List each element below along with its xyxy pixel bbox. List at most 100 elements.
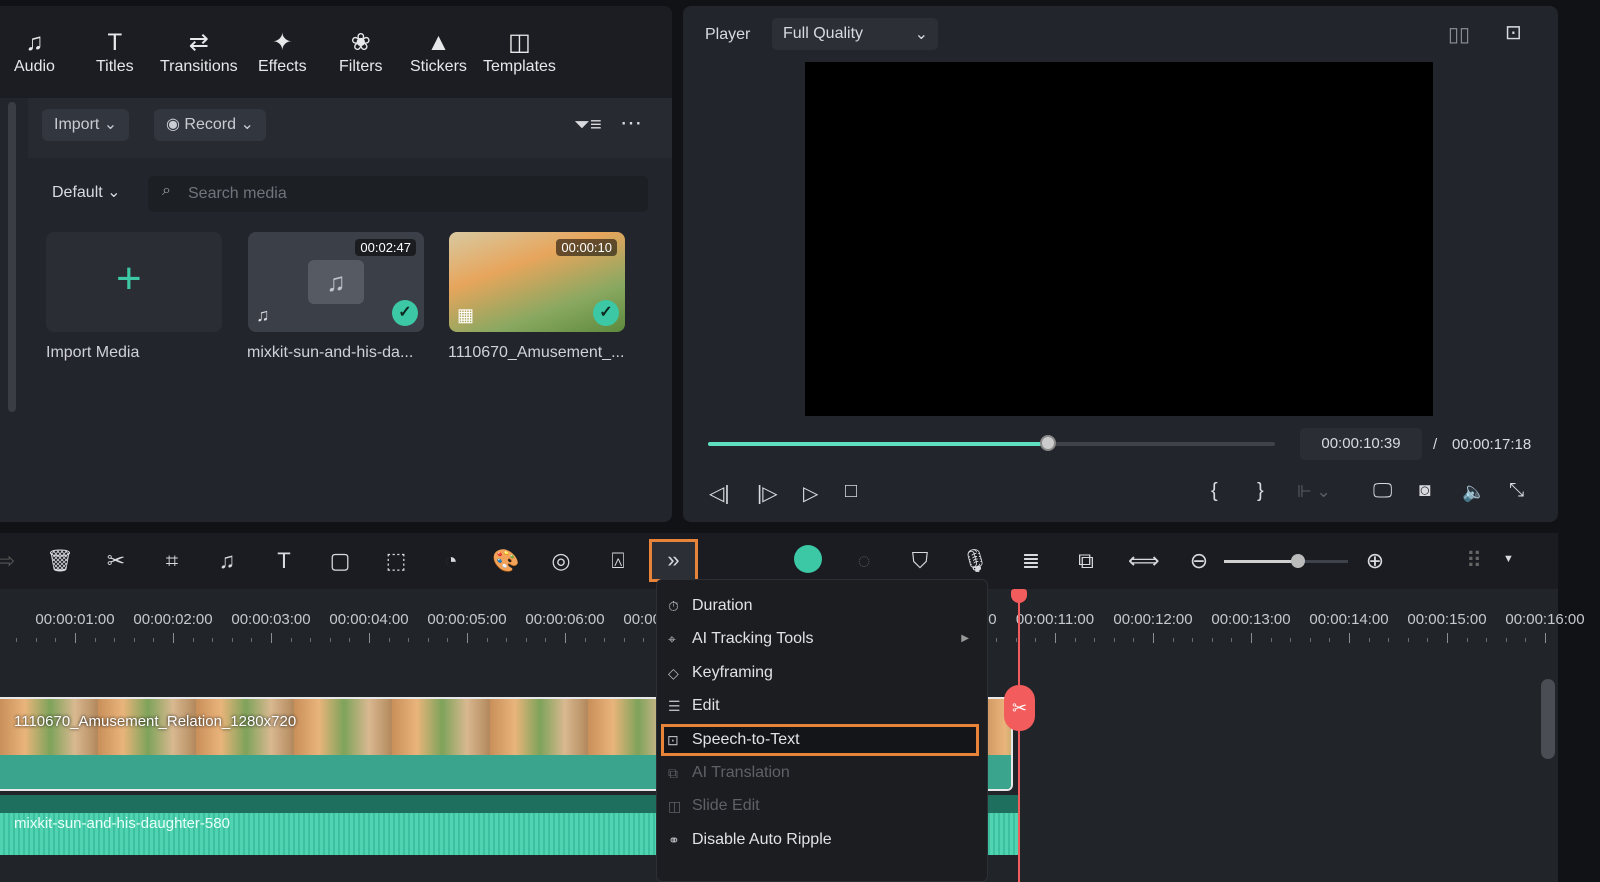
music-list-icon[interactable]: ≣ bbox=[1017, 547, 1045, 575]
player-label: Player bbox=[705, 26, 751, 43]
import-media-tile[interactable]: + bbox=[46, 232, 222, 332]
delete-icon[interactable]: 🗑 bbox=[46, 547, 74, 575]
ruler-subtick bbox=[114, 638, 116, 642]
mark-out-icon[interactable]: } bbox=[1257, 480, 1264, 503]
nav-audio[interactable]: ♫ Audio bbox=[14, 28, 55, 76]
zoom-slider[interactable] bbox=[1224, 554, 1348, 568]
microphone-icon[interactable]: 🎙 bbox=[961, 547, 989, 575]
ruler-subtick bbox=[133, 638, 135, 642]
ruler-tick bbox=[1349, 633, 1350, 643]
speed-icon[interactable]: ◔ bbox=[437, 547, 465, 575]
grid-icon[interactable]: ⠿ bbox=[1460, 547, 1488, 575]
mark-in-icon[interactable]: { bbox=[1211, 480, 1218, 503]
zoom-out-icon[interactable]: ⊖ bbox=[1185, 547, 1213, 575]
layout-icon[interactable]: ▯▯ bbox=[1448, 22, 1470, 47]
split-scissors-icon[interactable]: ✂ bbox=[1004, 685, 1035, 731]
menu-item-keyframing[interactable]: ◇ Keyframing bbox=[665, 657, 981, 689]
ai-audio-icon[interactable]: ◎ bbox=[547, 547, 575, 575]
play-icon[interactable]: ▷ bbox=[803, 481, 818, 506]
nav-filters[interactable]: ❀ Filters bbox=[339, 28, 383, 76]
plus-icon: + bbox=[116, 254, 142, 303]
sidebar-scrollbar[interactable] bbox=[8, 102, 16, 412]
menu-item-ai-tracking-tools[interactable]: ⌖ AI Tracking Tools ▶ bbox=[665, 623, 981, 655]
stop-icon[interactable]: □ bbox=[845, 480, 857, 503]
transition-icon: ⇄ bbox=[188, 29, 209, 56]
ruler-tick bbox=[1251, 633, 1252, 643]
ruler-tick bbox=[369, 633, 370, 643]
record-button[interactable]: ◉ Record ⌄ bbox=[154, 109, 266, 141]
redo-icon[interactable]: ⇨ bbox=[0, 547, 20, 575]
color-palette-icon[interactable]: 🎨 bbox=[492, 547, 520, 575]
crop-icon[interactable]: ⌗ bbox=[158, 547, 186, 575]
current-time[interactable]: 00:00:10:39 bbox=[1300, 428, 1422, 460]
menu-item-slide-edit[interactable]: ◫ Slide Edit bbox=[665, 790, 981, 822]
menu-item-duration[interactable]: ⏱ Duration bbox=[665, 590, 981, 622]
ruler-subtick bbox=[996, 638, 998, 642]
quality-dropdown[interactable]: Full Quality ⌄ bbox=[772, 18, 938, 50]
menu-item-edit[interactable]: ☰ Edit bbox=[665, 690, 981, 722]
render-preview-icon[interactable]: ◌ bbox=[850, 547, 878, 575]
mask-icon[interactable]: ▢ bbox=[326, 547, 354, 575]
media-item-audio[interactable]: ♫ 00:02:47 ♫ ✓ bbox=[248, 232, 424, 332]
snapshot-icon[interactable]: ◙ bbox=[1419, 480, 1430, 502]
volume-icon[interactable]: 🔈 bbox=[1462, 480, 1486, 504]
menu-item-speech-to-text[interactable]: ⊡ Speech-to-Text bbox=[661, 723, 979, 756]
nav-titles[interactable]: T Titles bbox=[96, 28, 134, 76]
import-button[interactable]: Import ⌄ bbox=[42, 109, 130, 141]
nav-effects[interactable]: ✦ Effects bbox=[258, 28, 307, 76]
insert-icon[interactable]: ⊩ ⌄ bbox=[1297, 482, 1331, 502]
menu-item-disable-auto-ripple[interactable]: ⚭ Disable Auto Ripple bbox=[665, 824, 981, 856]
ruler-subtick bbox=[310, 638, 312, 642]
snap-icon[interactable]: ⧉ bbox=[1072, 547, 1100, 575]
menu-item-label: Duration bbox=[692, 597, 753, 614]
waveform-monitor-icon[interactable]: ⊡ bbox=[1505, 20, 1522, 45]
more-tools-button[interactable]: » bbox=[649, 539, 698, 582]
ai-cutout-icon[interactable]: ⬚ bbox=[382, 547, 410, 575]
ruler-subtick bbox=[1211, 638, 1213, 642]
nav-stickers[interactable]: ▲ Stickers bbox=[410, 28, 467, 76]
presentation-icon[interactable]: ⍓ bbox=[604, 547, 632, 575]
caret-down-icon[interactable]: ▼ bbox=[1503, 553, 1514, 565]
video-clip-name: 1110670_Amusement_Relation_1280x720 bbox=[14, 713, 297, 730]
filter-icon[interactable]: ⏷≡ bbox=[574, 114, 602, 137]
scrubber-handle[interactable] bbox=[1040, 435, 1057, 451]
playhead[interactable] bbox=[1018, 597, 1020, 882]
marker-icon[interactable]: ⛉ bbox=[906, 547, 934, 575]
ruler-subtick bbox=[1466, 638, 1468, 642]
zoom-handle[interactable] bbox=[1291, 554, 1306, 568]
playback-scrubber[interactable] bbox=[708, 435, 1275, 451]
ruler-subtick bbox=[192, 638, 194, 642]
film-icon: ▦ bbox=[457, 305, 475, 325]
display-icon[interactable]: 🖵 bbox=[1373, 480, 1392, 503]
record-icon: ◉ bbox=[166, 116, 180, 133]
ruler-subtick bbox=[1192, 638, 1194, 642]
text-icon[interactable]: T bbox=[270, 547, 298, 575]
ruler-subtick bbox=[1525, 638, 1527, 642]
nav-templates[interactable]: ◫ Templates bbox=[483, 28, 556, 76]
zoom-in-icon[interactable]: ⊕ bbox=[1361, 547, 1389, 575]
search-input[interactable]: Search media bbox=[148, 176, 648, 212]
scissors-icon[interactable]: ✂ bbox=[102, 547, 130, 575]
more-icon[interactable]: ⋯ bbox=[620, 110, 642, 136]
ai-copilot-icon[interactable] bbox=[794, 545, 822, 573]
prev-frame-icon[interactable]: ◁| bbox=[709, 481, 730, 506]
ruler-subtick bbox=[408, 638, 410, 642]
ruler-subtick bbox=[486, 638, 488, 642]
media-item-video[interactable]: 00:00:10 ▦ ✓ bbox=[449, 232, 625, 332]
ruler-subtick bbox=[1015, 638, 1017, 642]
total-time: 00:00:17:18 bbox=[1452, 436, 1532, 453]
ruler-label: 00:00:16:00 bbox=[1505, 611, 1585, 628]
menu-item-label: Speech-to-Text bbox=[692, 730, 800, 748]
nav-transitions[interactable]: ⇄ Transitions bbox=[160, 28, 238, 76]
menu-item-ai-translation[interactable]: ⧉ AI Translation bbox=[665, 757, 981, 789]
fullscreen-icon[interactable]: ⤡ bbox=[1509, 480, 1524, 502]
ruler-label: 00:00:14:00 bbox=[1309, 611, 1389, 628]
fit-icon[interactable]: ⟺ bbox=[1128, 547, 1160, 575]
ruler-subtick bbox=[1407, 638, 1409, 642]
timeline-scrollbar[interactable] bbox=[1541, 679, 1555, 759]
sort-dropdown[interactable]: Default ⌄ bbox=[52, 182, 121, 202]
next-frame-icon[interactable]: |▷ bbox=[757, 481, 778, 506]
audio-icon[interactable]: ♫ bbox=[213, 547, 241, 575]
ruler-subtick bbox=[388, 638, 390, 642]
menu-item-label: Edit bbox=[692, 697, 720, 715]
